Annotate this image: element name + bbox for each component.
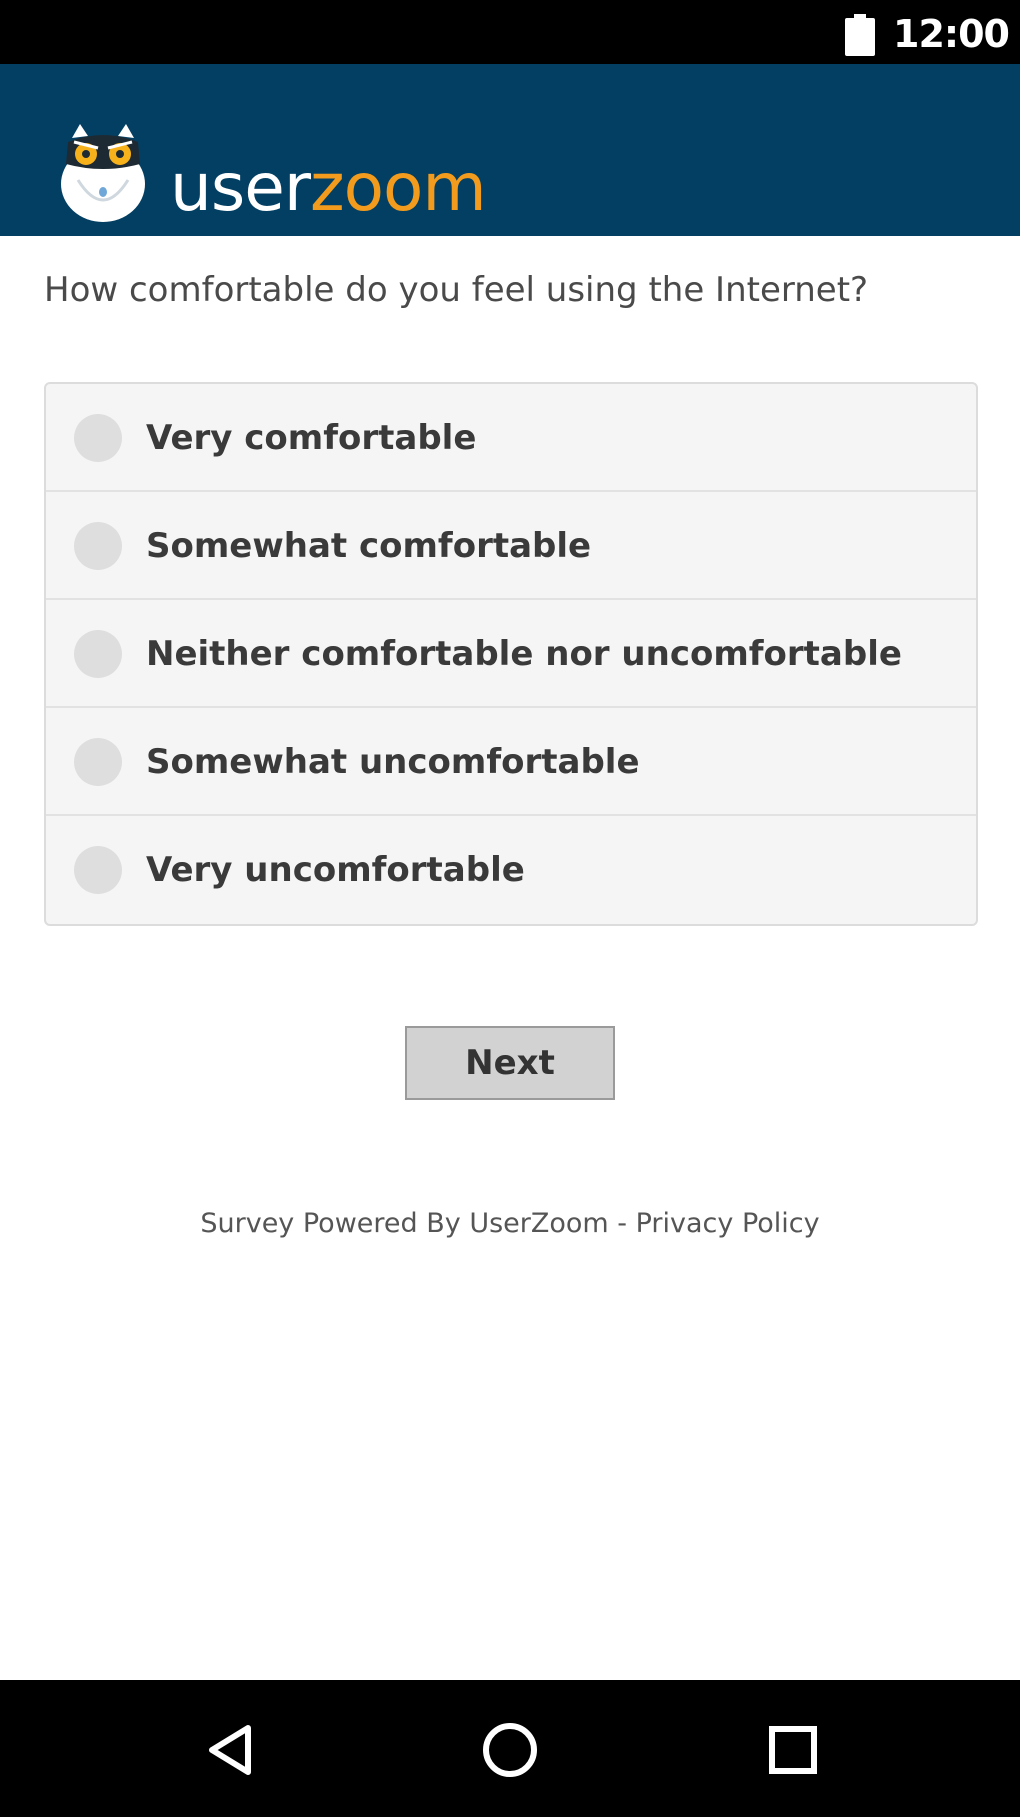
next-button[interactable]: Next <box>405 1026 615 1100</box>
radio-button[interactable] <box>74 630 122 678</box>
status-time: 12:00 <box>893 12 1010 56</box>
answer-option-label: Neither comfortable nor uncomfortable <box>146 634 902 674</box>
back-triangle-icon <box>209 1725 251 1775</box>
radio-button[interactable] <box>74 414 122 462</box>
brand-name: userzoom <box>170 149 487 226</box>
answer-option[interactable]: Very uncomfortable <box>46 816 976 924</box>
answer-option[interactable]: Somewhat uncomfortable <box>46 708 976 816</box>
powered-by-text: Survey Powered By UserZoom <box>200 1208 609 1239</box>
answer-option-label: Somewhat uncomfortable <box>146 742 640 782</box>
radio-button[interactable] <box>74 846 122 894</box>
recents-square-icon <box>769 1726 817 1774</box>
brand-name-user: user <box>170 149 311 226</box>
answer-option-label: Very comfortable <box>146 418 477 458</box>
radio-button[interactable] <box>74 522 122 570</box>
brand-name-zoom: zoom <box>309 149 487 226</box>
footer-separator: - <box>608 1208 636 1239</box>
status-bar: 12:00 <box>0 0 1020 64</box>
battery-full-icon <box>845 14 875 56</box>
home-circle-icon <box>483 1723 537 1777</box>
answer-option[interactable]: Neither comfortable nor uncomfortable <box>46 600 976 708</box>
back-button[interactable] <box>185 1705 275 1795</box>
navigation-bar <box>0 1680 1020 1817</box>
footer: Survey Powered By UserZoom - Privacy Pol… <box>0 1204 1020 1244</box>
home-button[interactable] <box>465 1705 555 1795</box>
answer-option[interactable]: Very comfortable <box>46 384 976 492</box>
answer-option[interactable]: Somewhat comfortable <box>46 492 976 600</box>
survey-question: How comfortable do you feel using the In… <box>44 270 869 310</box>
owl-logo-icon <box>61 124 145 222</box>
survey-screen: 12:00 userzoom How comfortable do you fe… <box>0 0 1020 1817</box>
answer-options-list: Very comfortable Somewhat comfortable Ne… <box>44 382 978 926</box>
radio-button[interactable] <box>74 738 122 786</box>
answer-option-label: Very uncomfortable <box>146 850 525 890</box>
answer-option-label: Somewhat comfortable <box>146 526 592 566</box>
recents-button[interactable] <box>748 1705 838 1795</box>
app-header: userzoom <box>0 64 1020 236</box>
privacy-policy-link[interactable]: Privacy Policy <box>636 1208 820 1239</box>
